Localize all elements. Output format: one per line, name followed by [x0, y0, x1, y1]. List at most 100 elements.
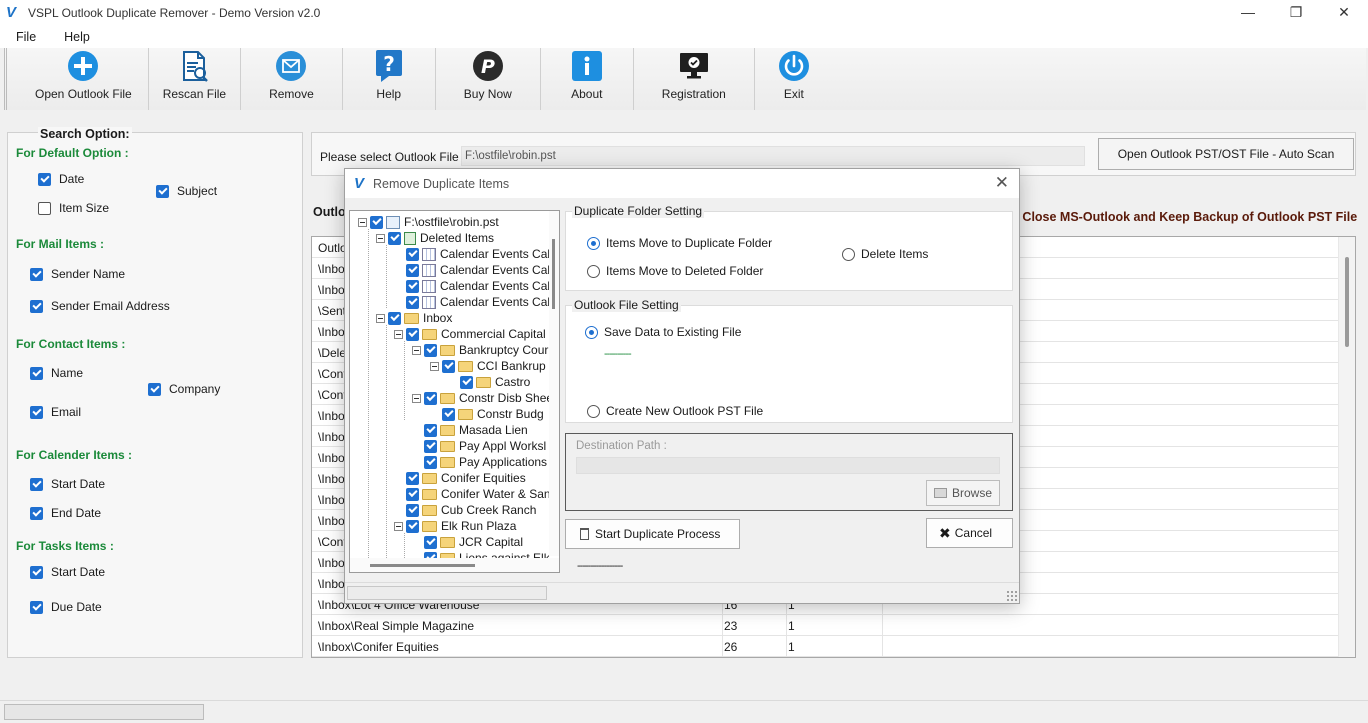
help-button[interactable]: ? Help	[343, 48, 436, 110]
tree-checkbox[interactable]	[406, 519, 419, 533]
cancel-button[interactable]: ✖ Cancel	[926, 518, 1013, 548]
expand-collapse-icon[interactable]	[376, 233, 385, 243]
save-existing-file-radio[interactable]: Save Data to Existing File	[585, 325, 741, 339]
tree-item[interactable]: F:\ostfile\robin.pst	[358, 214, 499, 230]
auto-scan-button[interactable]: Open Outlook PST/OST File - Auto Scan	[1098, 138, 1354, 170]
tree-checkbox[interactable]	[406, 487, 419, 501]
tree-checkbox[interactable]	[406, 471, 419, 485]
sender-email-checkbox[interactable]: Sender Email Address	[30, 299, 170, 313]
cancel-x-icon: ✖	[939, 524, 951, 541]
tree-checkbox[interactable]	[424, 423, 437, 437]
delete-items-radio[interactable]: Delete Items	[842, 247, 928, 261]
company-checkbox[interactable]: Company	[148, 382, 220, 396]
folder-icon	[440, 440, 455, 452]
tree-checkbox[interactable]	[406, 327, 419, 341]
exit-button[interactable]: Exit	[755, 48, 833, 110]
calendar-start-date-checkbox[interactable]: Start Date	[30, 477, 105, 491]
tree-checkbox[interactable]	[370, 215, 383, 229]
about-button[interactable]: About	[541, 48, 634, 110]
tree-item[interactable]: CCI Bankrup	[430, 358, 546, 374]
item-size-checkbox[interactable]: Item Size	[38, 201, 109, 215]
dialog-close-icon[interactable]: ✕	[995, 173, 1009, 193]
tree-item[interactable]: Bankruptcy Cour	[412, 342, 548, 358]
tree-item[interactable]: Constr Budg	[430, 406, 544, 422]
browse-button[interactable]: Browse	[926, 480, 1000, 506]
tree-checkbox[interactable]	[406, 503, 419, 517]
table-row[interactable]: \Inbox\Conifer Equities 26 1	[312, 636, 1340, 657]
tree-vertical-scrollbar[interactable]	[549, 211, 559, 556]
tree-horizontal-scrollbar[interactable]	[350, 558, 559, 572]
expand-collapse-icon[interactable]	[412, 393, 421, 403]
minimize-icon[interactable]: —	[1224, 0, 1272, 26]
file-path-field[interactable]: F:\ostfile\robin.pst	[461, 146, 1085, 166]
expand-collapse-icon[interactable]	[412, 345, 421, 355]
tree-item[interactable]: Constr Disb Shee	[412, 390, 553, 406]
calendar-end-date-checkbox[interactable]: End Date	[30, 506, 101, 520]
remove-button[interactable]: Remove	[241, 48, 343, 110]
tree-item[interactable]: Calendar Events Cal	[394, 262, 550, 278]
task-start-date-checkbox[interactable]: Start Date	[30, 565, 105, 579]
window-controls: — ❐ ✕	[1224, 0, 1368, 26]
tree-checkbox[interactable]	[406, 263, 419, 277]
tree-item[interactable]: Conifer Equities	[394, 470, 526, 486]
table-row[interactable]: \Inbox\Real Simple Magazine 23 1	[312, 615, 1340, 636]
menu-file[interactable]: File	[16, 30, 36, 44]
menu-help[interactable]: Help	[64, 30, 90, 44]
tree-item[interactable]: Calendar Events Cal	[394, 294, 550, 310]
expand-collapse-icon[interactable]	[394, 521, 403, 531]
move-to-duplicate-radio[interactable]: Items Move to Duplicate Folder	[587, 236, 772, 250]
tree-item[interactable]: Commercial Capital	[394, 326, 546, 342]
start-duplicate-process-button[interactable]: Start Duplicate Process	[565, 519, 740, 549]
subject-checkbox[interactable]: Subject	[156, 184, 217, 198]
tree-item[interactable]: Deleted Items	[376, 230, 494, 246]
tree-checkbox[interactable]	[424, 439, 437, 453]
tree-item[interactable]: Conifer Water & San	[394, 486, 551, 502]
tree-checkbox[interactable]	[424, 343, 437, 357]
tree-checkbox[interactable]	[424, 535, 437, 549]
tree-item[interactable]: Elk Run Plaza	[394, 518, 516, 534]
scrollbar-thumb[interactable]	[1345, 257, 1349, 347]
tree-item[interactable]: Calendar Events Cal	[394, 246, 550, 262]
tree-checkbox[interactable]	[442, 359, 455, 373]
contact-email-checkbox[interactable]: Email	[30, 405, 81, 419]
outlook-folder-label: Outlo	[313, 205, 346, 219]
scrollbar-thumb[interactable]	[552, 239, 555, 309]
tree-checkbox[interactable]	[406, 279, 419, 293]
grid-scrollbar[interactable]	[1338, 237, 1355, 657]
tree-item[interactable]: JCR Capital	[412, 534, 523, 550]
tree-item[interactable]: Castro	[448, 374, 530, 390]
tree-checkbox[interactable]	[388, 231, 401, 245]
date-checkbox[interactable]: Date	[38, 172, 84, 186]
tree-checkbox[interactable]	[424, 455, 437, 469]
tree-item[interactable]: Inbox	[376, 310, 452, 326]
task-due-date-checkbox[interactable]: Due Date	[30, 600, 102, 614]
tree-item[interactable]: Calendar Events Cal	[394, 278, 550, 294]
tree-checkbox[interactable]	[406, 295, 419, 309]
scrollbar-thumb[interactable]	[370, 564, 475, 567]
tree-checkbox[interactable]	[406, 247, 419, 261]
tree-item[interactable]: Pay Applications	[412, 454, 547, 470]
expand-collapse-icon[interactable]	[358, 217, 367, 227]
tree-checkbox[interactable]	[442, 407, 455, 421]
expand-collapse-icon[interactable]	[394, 329, 403, 339]
buy-now-button[interactable]: P Buy Now	[436, 48, 541, 110]
resize-grip-icon[interactable]	[1006, 590, 1017, 601]
destination-path-input[interactable]	[576, 457, 1000, 474]
contact-name-checkbox[interactable]: Name	[30, 366, 83, 380]
registration-button[interactable]: Registration	[634, 48, 755, 110]
restore-icon[interactable]: ❐	[1272, 0, 1320, 26]
tree-item[interactable]: Cub Creek Ranch	[394, 502, 536, 518]
move-to-deleted-radio[interactable]: Items Move to Deleted Folder	[587, 264, 763, 278]
sender-name-checkbox[interactable]: Sender Name	[30, 267, 125, 281]
close-icon[interactable]: ✕	[1320, 0, 1368, 26]
open-outlook-file-button[interactable]: Open Outlook File	[7, 48, 149, 110]
tree-checkbox[interactable]	[388, 311, 401, 325]
expand-collapse-icon[interactable]	[430, 361, 439, 371]
tree-checkbox[interactable]	[460, 375, 473, 389]
tree-item[interactable]: Pay Appl Worksl	[412, 438, 546, 454]
rescan-file-button[interactable]: Rescan File	[149, 48, 242, 110]
tree-item[interactable]: Masada Lien	[412, 422, 528, 438]
create-new-pst-radio[interactable]: Create New Outlook PST File	[587, 404, 763, 418]
expand-collapse-icon[interactable]	[376, 313, 385, 323]
tree-checkbox[interactable]	[424, 391, 437, 405]
